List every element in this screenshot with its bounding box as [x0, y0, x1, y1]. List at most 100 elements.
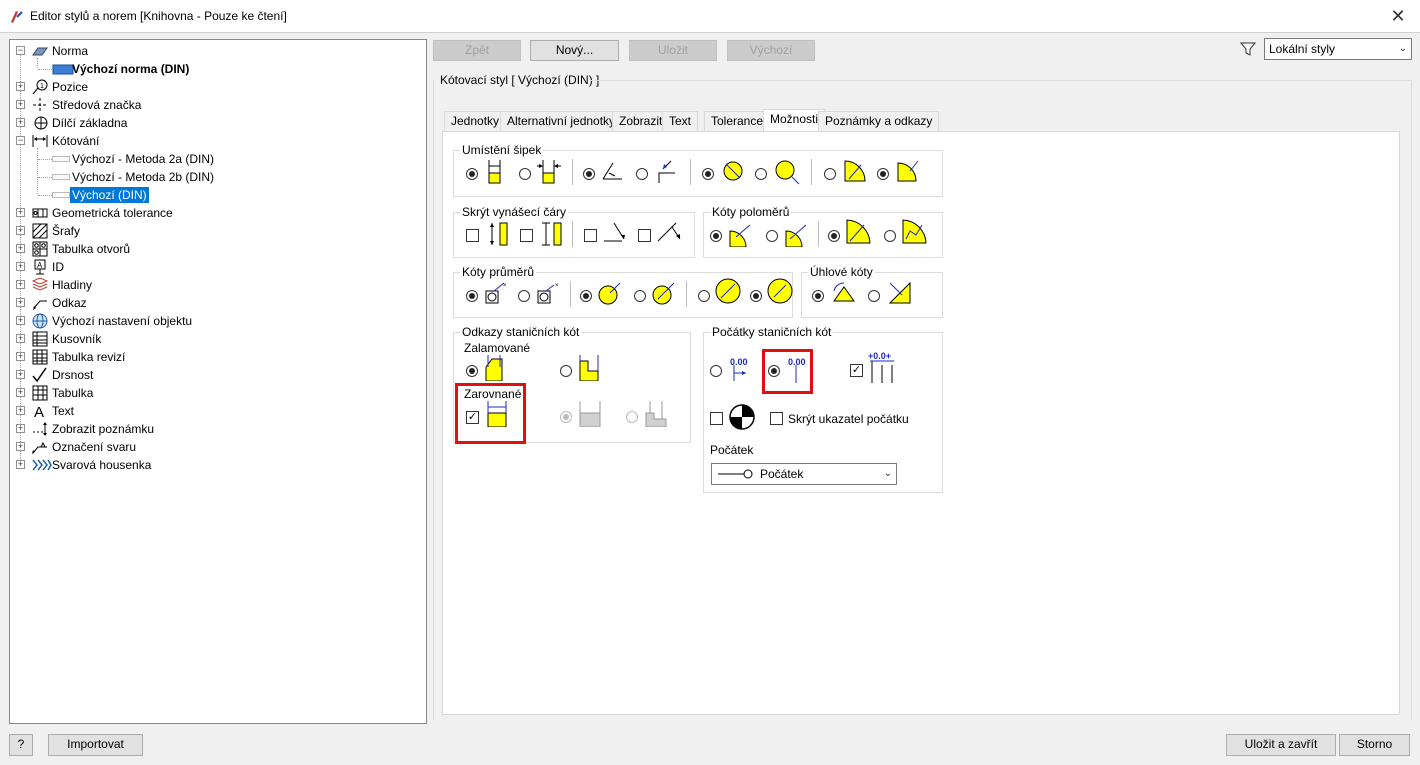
angular-opt-2-radio[interactable]: [868, 290, 880, 302]
style-editor-icon: [11, 11, 23, 23]
tree-item-weld-bead[interactable]: + Svarová housenka: [10, 456, 420, 474]
expand-icon[interactable]: +: [16, 334, 25, 343]
expand-icon[interactable]: +: [16, 388, 25, 397]
tree-item-pozice[interactable]: + 1 Pozice: [10, 78, 420, 96]
style-tree[interactable]: − Norma Výchozí norma (DIN) + 1 Pozice +…: [9, 39, 427, 724]
dia-opt-4-radio[interactable]: [634, 290, 646, 302]
expand-icon[interactable]: +: [16, 208, 25, 217]
tree-item-norma[interactable]: − Norma: [10, 42, 420, 60]
hide-ext-line-3-checkbox[interactable]: [584, 229, 597, 242]
origin-select[interactable]: Počátek ⌄: [711, 463, 897, 485]
tree-item-label: Tabulka otvorů: [52, 242, 131, 256]
origin-option-1-picture: [733, 365, 746, 381]
radius-opt-2-radio[interactable]: [766, 230, 778, 242]
tree-item-gdt[interactable]: + Geometrická tolerance: [10, 204, 420, 222]
angle-outside-radio[interactable]: [636, 168, 648, 180]
tree-item-method-2a[interactable]: Výchozí - Metoda 2a (DIN): [10, 150, 420, 168]
radius-outside-radio[interactable]: [877, 168, 889, 180]
expand-icon[interactable]: +: [16, 100, 25, 109]
tree-item-table[interactable]: + Tabulka: [10, 384, 420, 402]
radius-opt-4-radio[interactable]: [884, 230, 896, 242]
tree-item-object-defaults[interactable]: + Výchozí nastavení objektu: [10, 312, 420, 330]
tree-item-revision-table[interactable]: + Tabulka revizí: [10, 348, 420, 366]
new-button[interactable]: Nový...: [530, 40, 619, 61]
angular-opt-1-radio[interactable]: [812, 290, 824, 302]
arrow-inside-radio[interactable]: [466, 168, 478, 180]
import-button[interactable]: Importovat: [48, 734, 143, 756]
filter-icon[interactable]: [1240, 41, 1256, 57]
expand-icon[interactable]: +: [16, 316, 25, 325]
origin-opt-1-radio[interactable]: [710, 365, 722, 377]
dia-inside-radio[interactable]: [702, 168, 714, 180]
tree-item-weld-symbol[interactable]: + Označení svaru: [10, 438, 420, 456]
datum-target-icon: [34, 116, 48, 130]
help-button[interactable]: ?: [9, 734, 33, 756]
dia-opt-5-radio[interactable]: [698, 290, 710, 302]
origin-symbol-checkbox[interactable]: [710, 412, 723, 425]
collapse-icon[interactable]: −: [16, 136, 25, 145]
jogged-opt-2-radio[interactable]: [560, 365, 572, 377]
tree-item-dimension[interactable]: − Kótování: [10, 132, 420, 150]
tree-item-surface-texture[interactable]: + Drsnost: [10, 366, 420, 384]
hide-ext-line-4-checkbox[interactable]: [638, 229, 651, 242]
expand-icon[interactable]: +: [16, 352, 25, 361]
dia-opt-2-radio[interactable]: [518, 290, 530, 302]
tree-item-layers[interactable]: + Hladiny: [10, 276, 420, 294]
expand-icon[interactable]: +: [16, 442, 25, 451]
tree-item-parts-list[interactable]: + Kusovník: [10, 330, 420, 348]
tab-text[interactable]: Text: [662, 111, 699, 131]
expand-icon[interactable]: +: [16, 460, 25, 469]
tab-tolerance[interactable]: Tolerance: [704, 111, 771, 131]
dia-outside-radio[interactable]: [755, 168, 767, 180]
expand-icon[interactable]: +: [16, 244, 25, 253]
tree-item-default-standard[interactable]: Výchozí norma (DIN): [10, 60, 420, 78]
aligned-opt-3-radio[interactable]: [626, 411, 638, 423]
tree-item-id[interactable]: + A ID: [10, 258, 420, 276]
expand-icon[interactable]: +: [16, 298, 25, 307]
tree-item-view-annotation[interactable]: + Zobrazit poznámku: [10, 420, 420, 438]
radius-opt-1-radio[interactable]: [710, 230, 722, 242]
radius-opt-3-radio[interactable]: [828, 230, 840, 242]
cancel-button[interactable]: Storno: [1339, 734, 1410, 756]
hide-ext-line-1-checkbox[interactable]: [466, 229, 479, 242]
expand-icon[interactable]: +: [16, 424, 25, 433]
tree-item-default-din[interactable]: Výchozí (DIN): [10, 186, 420, 204]
hide-ext-line-2-checkbox[interactable]: [520, 229, 533, 242]
dia-opt-1-radio[interactable]: [466, 290, 478, 302]
save-button[interactable]: Uložit: [629, 40, 717, 61]
close-icon[interactable]: ✕: [1384, 4, 1412, 28]
expand-icon[interactable]: +: [16, 370, 25, 379]
default-button[interactable]: Výchozí: [727, 40, 815, 61]
tree-item-hole-table[interactable]: + Tabulka otvorů: [10, 240, 420, 258]
tab-notes-leaders[interactable]: Poznámky a odkazy: [818, 111, 940, 131]
tree-item-method-2b[interactable]: Výchozí - Metoda 2b (DIN): [10, 168, 420, 186]
tree-item-center-mark[interactable]: + Středová značka: [10, 96, 420, 114]
collapse-icon[interactable]: −: [16, 46, 25, 55]
tree-item-leader[interactable]: + Odkaz: [10, 294, 420, 312]
arrow-outside-radio[interactable]: [519, 168, 531, 180]
tree-item-datum-target[interactable]: + Dílčí základna: [10, 114, 420, 132]
tab-alternate-units[interactable]: Alternativní jednotky: [500, 111, 623, 131]
tab-options[interactable]: Možnosti: [763, 109, 826, 132]
style-filter-select[interactable]: Lokální styly ⌄: [1264, 38, 1412, 60]
back-button[interactable]: Zpět: [433, 40, 521, 61]
save-and-close-button[interactable]: Uložit a zavřít: [1226, 734, 1336, 756]
aligned-opt-2-radio[interactable]: [560, 411, 572, 423]
hide-origin-indicator-checkbox[interactable]: [770, 412, 783, 425]
expand-icon[interactable]: +: [16, 226, 25, 235]
expand-icon[interactable]: +: [16, 406, 25, 415]
expand-icon[interactable]: +: [16, 262, 25, 271]
dia-opt-6-radio[interactable]: [750, 290, 762, 302]
tab-units[interactable]: Jednotky: [444, 111, 507, 131]
radius-inside-radio[interactable]: [824, 168, 836, 180]
expand-icon[interactable]: +: [16, 118, 25, 127]
tree-item-hatch[interactable]: + Šrafy: [10, 222, 420, 240]
angle-inside-radio[interactable]: [583, 168, 595, 180]
expand-icon[interactable]: +: [16, 82, 25, 91]
jogged-opt-1-radio[interactable]: [466, 365, 478, 377]
dia-opt-3-radio[interactable]: [580, 290, 592, 302]
expand-icon[interactable]: +: [16, 280, 25, 289]
tree-item-text[interactable]: + A Text: [10, 402, 420, 420]
tab-display[interactable]: Zobrazit: [612, 111, 670, 131]
origin-opt-3-checkbox[interactable]: ✓: [850, 364, 863, 377]
